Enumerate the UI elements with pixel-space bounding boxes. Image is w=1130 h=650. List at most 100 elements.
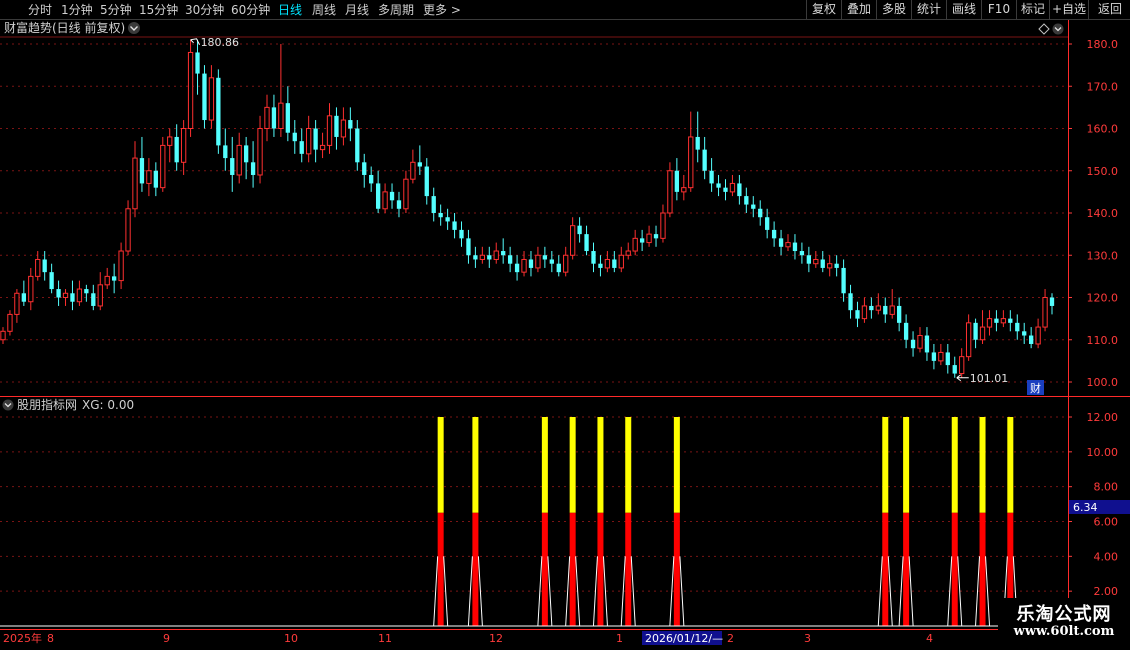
back-button[interactable]: 返回 (1088, 0, 1130, 19)
candle-body (21, 293, 26, 302)
period-tab-15min[interactable]: 15分钟 (139, 2, 178, 18)
signal-bar-bottom (597, 512, 604, 626)
candle-body (778, 238, 784, 247)
signal-bar-bottom (541, 512, 548, 626)
date-label-feb: 2 (727, 632, 734, 645)
period-tab-fenshi[interactable]: 分时 (28, 2, 52, 18)
candle-body (570, 225, 576, 256)
candle-body (334, 115, 339, 137)
candle-body (375, 183, 381, 209)
candle-body (84, 289, 89, 294)
period-tab-more[interactable]: 更多 > (423, 2, 461, 18)
candle-body (445, 217, 450, 222)
candle-body (250, 162, 256, 175)
candle-body (959, 356, 965, 375)
signal-bar-bottom (979, 512, 986, 626)
candle-body (799, 251, 805, 256)
candle-body (0, 330, 6, 341)
y-tick-label: 100.0 (1087, 376, 1119, 389)
candle-body (542, 255, 548, 260)
fuquan-button[interactable]: 复权 (806, 0, 841, 19)
period-tab-60min[interactable]: 60分钟 (231, 2, 270, 18)
main-panel-menu-icon[interactable] (128, 22, 140, 34)
candle-body (528, 259, 534, 268)
y-tick-label: 130.0 (1087, 249, 1119, 262)
signal-bar-top (979, 417, 986, 513)
overlay-button[interactable]: 叠加 (841, 0, 876, 19)
candle-body (382, 191, 388, 210)
chart-background (0, 20, 1130, 650)
candle-body (1008, 318, 1013, 323)
candle-body (917, 335, 923, 349)
signal-bar-top (1007, 417, 1014, 513)
candle-body (389, 191, 395, 201)
candle-body (1000, 318, 1007, 324)
candle-body (688, 136, 694, 189)
candle-body (431, 196, 436, 213)
candle-body (466, 238, 471, 256)
candle-body (348, 120, 353, 129)
period-tab-daily[interactable]: 日线 (278, 2, 302, 18)
date-label-oct: 10 (284, 632, 298, 645)
candle-body (827, 263, 833, 269)
date-label-year: 2025年 (3, 631, 42, 645)
candle-body (153, 170, 158, 188)
candle-body (42, 259, 47, 273)
candle-body (584, 234, 589, 252)
candle-body (56, 289, 61, 298)
period-tab-weekly[interactable]: 周线 (312, 2, 336, 18)
candle-body (7, 313, 13, 332)
candle-body (208, 77, 215, 121)
candle-body (70, 293, 75, 302)
candle-body (243, 145, 249, 163)
candle-body (403, 178, 409, 210)
statistics-button[interactable]: 统计 (911, 0, 946, 19)
period-tab-multi[interactable]: 多周期 (378, 2, 414, 18)
candle-body (326, 115, 333, 146)
indicator-menu-icon[interactable] (2, 399, 14, 411)
candle-body (160, 144, 166, 189)
candle-body (792, 242, 798, 252)
signal-bar-top (437, 417, 444, 513)
candle-body (1049, 297, 1055, 306)
date-label-dec: 12 (489, 632, 503, 645)
candle-body (202, 73, 207, 121)
candle-body (1022, 331, 1027, 336)
multi-stock-button[interactable]: 多股 (876, 0, 911, 19)
period-tab-30min[interactable]: 30分钟 (185, 2, 224, 18)
signal-bar-top (673, 417, 680, 513)
chart-area[interactable]: 财富趋势(日线 前复权) 180.86 101.01 财 180.0 170.0 1… (0, 20, 1130, 650)
period-tab-5min[interactable]: 5分钟 (100, 2, 132, 18)
date-label-jan: 1 (616, 632, 623, 645)
add-watchlist-button[interactable]: +自选 (1049, 0, 1088, 19)
signal-bar-top (625, 417, 632, 513)
mark-button[interactable]: 标记 (1016, 0, 1049, 19)
candle-body (319, 144, 326, 151)
draw-line-button[interactable]: 画线 (946, 0, 981, 19)
candle-body (910, 339, 916, 349)
period-tab-1min[interactable]: 1分钟 (61, 2, 93, 18)
candle-body (931, 352, 937, 361)
candle-body (535, 254, 541, 269)
candle-body (1029, 335, 1034, 344)
date-label-aug: 8 (47, 632, 54, 645)
main-panel-options-icon[interactable] (1052, 23, 1064, 35)
candle-body (965, 322, 972, 358)
candle-body (709, 170, 714, 184)
candle-body (861, 305, 868, 320)
candle-body (521, 258, 527, 273)
candle-body (618, 254, 624, 269)
indicator-title: 股朋指标网 (17, 397, 77, 412)
date-label-sep: 9 (163, 632, 170, 645)
candle-body (695, 136, 700, 150)
signal-bar-bottom (625, 512, 632, 626)
candle-body (674, 170, 680, 192)
candle-body (889, 305, 895, 315)
candle-body (549, 259, 554, 264)
candle-body (473, 255, 478, 260)
candle-body (952, 365, 957, 374)
candle-body (285, 103, 290, 133)
candle-body (493, 250, 499, 260)
f10-button[interactable]: F10 (981, 0, 1016, 19)
period-tab-monthly[interactable]: 月线 (345, 2, 369, 18)
